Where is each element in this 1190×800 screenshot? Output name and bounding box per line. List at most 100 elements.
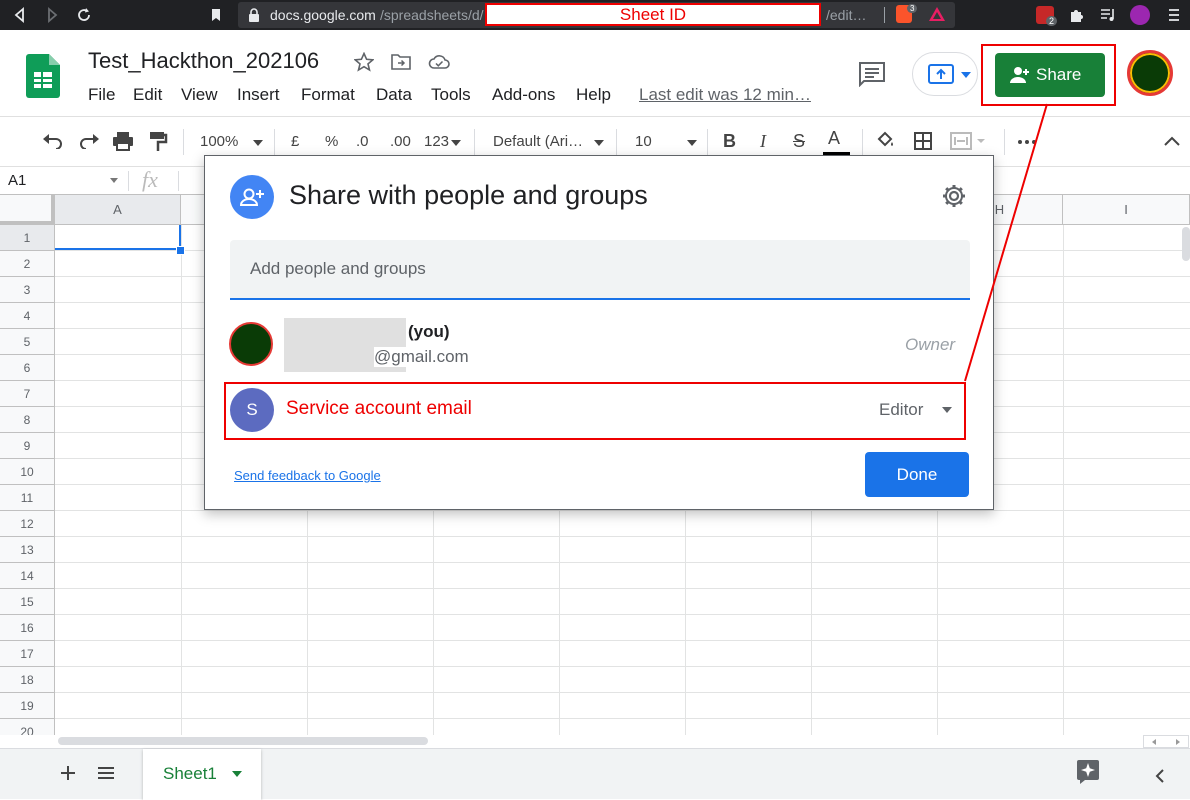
puzzle-icon[interactable] <box>1068 7 1084 23</box>
row-header[interactable]: 10 <box>0 459 55 485</box>
share-button[interactable]: Share <box>995 53 1105 97</box>
menu-help[interactable]: Help <box>576 85 611 105</box>
menu-data[interactable]: Data <box>376 85 412 105</box>
font-size-dropdown-icon[interactable] <box>687 140 697 146</box>
browser-toolbar: docs.google.com /spreadsheets/d/ /edit… … <box>0 0 1190 30</box>
browser-menu-icon[interactable] <box>1166 7 1182 23</box>
menu-insert[interactable]: Insert <box>237 85 280 105</box>
profile-icon[interactable] <box>1130 5 1150 25</box>
explore-icon[interactable] <box>1076 759 1100 785</box>
row-header[interactable]: 12 <box>0 511 55 537</box>
row-header[interactable]: 17 <box>0 641 55 667</box>
row-header[interactable]: 15 <box>0 589 55 615</box>
decrease-decimal-button[interactable]: .0 <box>356 133 369 150</box>
add-sheet-icon[interactable] <box>60 765 76 781</box>
row-header[interactable]: 20 <box>0 719 55 735</box>
menu-format[interactable]: Format <box>301 85 355 105</box>
reload-icon[interactable] <box>76 7 92 23</box>
brave-rewards-icon[interactable] <box>928 6 946 22</box>
percent-format-button[interactable]: % <box>325 133 338 150</box>
zoom-select[interactable]: 100% <box>200 133 238 150</box>
move-folder-icon[interactable] <box>390 52 412 72</box>
document-title[interactable]: Test_Hackthon_202106 <box>88 48 319 74</box>
font-select[interactable]: Default (Ari… <box>493 133 583 150</box>
row-header[interactable]: 4 <box>0 303 55 329</box>
all-sheets-icon[interactable] <box>97 766 115 780</box>
zoom-dropdown-icon[interactable] <box>253 140 263 146</box>
sheet-tab-sheet1[interactable]: Sheet1 <box>143 749 261 800</box>
menu-file[interactable]: File <box>88 85 115 105</box>
column-header[interactable]: I <box>1063 195 1190 225</box>
account-avatar[interactable] <box>1127 50 1173 96</box>
print-icon[interactable] <box>112 131 134 151</box>
row-header[interactable]: 7 <box>0 381 55 407</box>
row-header[interactable]: 8 <box>0 407 55 433</box>
menu-addons[interactable]: Add-ons <box>492 85 555 105</box>
row-header[interactable]: 11 <box>0 485 55 511</box>
selected-cell-a1[interactable] <box>55 225 181 250</box>
role-select[interactable]: Editor <box>879 400 923 420</box>
sheets-logo-icon[interactable] <box>26 54 60 98</box>
fill-handle[interactable] <box>176 246 185 255</box>
settings-gear-icon[interactable] <box>941 183 967 209</box>
undo-icon[interactable] <box>42 133 64 149</box>
row-header[interactable]: 19 <box>0 693 55 719</box>
name-box-dropdown-icon[interactable] <box>110 178 118 183</box>
row-header[interactable]: 3 <box>0 277 55 303</box>
back-icon[interactable] <box>12 7 28 23</box>
media-icon[interactable] <box>1100 7 1116 23</box>
comments-icon[interactable] <box>858 61 886 87</box>
side-panel-toggle-icon[interactable] <box>1155 769 1165 783</box>
collapse-menu-icon[interactable] <box>1164 136 1180 146</box>
currency-format-button[interactable]: £ <box>291 133 299 150</box>
role-dropdown-icon[interactable] <box>942 407 952 413</box>
forward-icon[interactable] <box>44 7 60 23</box>
done-button[interactable]: Done <box>865 452 969 497</box>
add-people-field[interactable] <box>230 240 970 300</box>
present-button[interactable] <box>912 52 978 96</box>
row-header[interactable]: 13 <box>0 537 55 563</box>
column-header[interactable]: A <box>55 195 181 225</box>
sheet-tab-dropdown-icon[interactable] <box>232 771 242 777</box>
owner-you-label: (you) <box>408 322 450 341</box>
increase-decimal-button[interactable]: .00 <box>390 133 411 150</box>
row-header[interactable]: 5 <box>0 329 55 355</box>
select-all-corner[interactable] <box>0 195 55 225</box>
menu-edit[interactable]: Edit <box>133 85 162 105</box>
font-dropdown-icon[interactable] <box>594 140 604 146</box>
row-header[interactable]: 1 <box>0 225 55 251</box>
more-formats-button[interactable]: 123 <box>424 133 449 150</box>
row-header[interactable]: 2 <box>0 251 55 277</box>
add-people-input[interactable] <box>230 240 970 298</box>
merge-cells-icon[interactable] <box>950 132 986 150</box>
fill-color-icon[interactable] <box>876 131 896 151</box>
row-header[interactable]: 9 <box>0 433 55 459</box>
redo-icon[interactable] <box>78 133 100 149</box>
text-color-button[interactable]: A <box>828 128 840 149</box>
scroll-arrows[interactable] <box>1143 735 1189 748</box>
bookmark-icon[interactable] <box>208 7 224 23</box>
name-box[interactable]: A1 <box>8 172 26 189</box>
row-header[interactable]: 14 <box>0 563 55 589</box>
vertical-scrollbar-thumb[interactable] <box>1182 227 1190 261</box>
paint-format-icon[interactable] <box>148 131 168 153</box>
last-edit-link[interactable]: Last edit was 12 min… <box>639 85 811 105</box>
menu-view[interactable]: View <box>181 85 218 105</box>
strikethrough-button[interactable]: S <box>793 131 805 152</box>
row-header[interactable]: 6 <box>0 355 55 381</box>
row-header[interactable]: 18 <box>0 667 55 693</box>
borders-icon[interactable] <box>914 132 932 150</box>
row-header[interactable]: 16 <box>0 615 55 641</box>
italic-button[interactable]: I <box>760 131 766 152</box>
star-icon[interactable] <box>354 52 374 72</box>
font-size-select[interactable]: 10 <box>635 133 652 150</box>
more-icon[interactable] <box>1018 140 1036 144</box>
more-formats-dropdown-icon[interactable] <box>451 140 461 146</box>
bold-button[interactable]: B <box>723 131 736 152</box>
cloud-status-icon[interactable] <box>428 53 450 71</box>
send-feedback-link[interactable]: Send feedback to Google <box>234 468 381 483</box>
horizontal-scrollbar[interactable] <box>0 735 1190 748</box>
horizontal-scrollbar-thumb[interactable] <box>58 737 428 745</box>
menu-tools[interactable]: Tools <box>431 85 471 105</box>
share-people-icon <box>230 175 274 219</box>
